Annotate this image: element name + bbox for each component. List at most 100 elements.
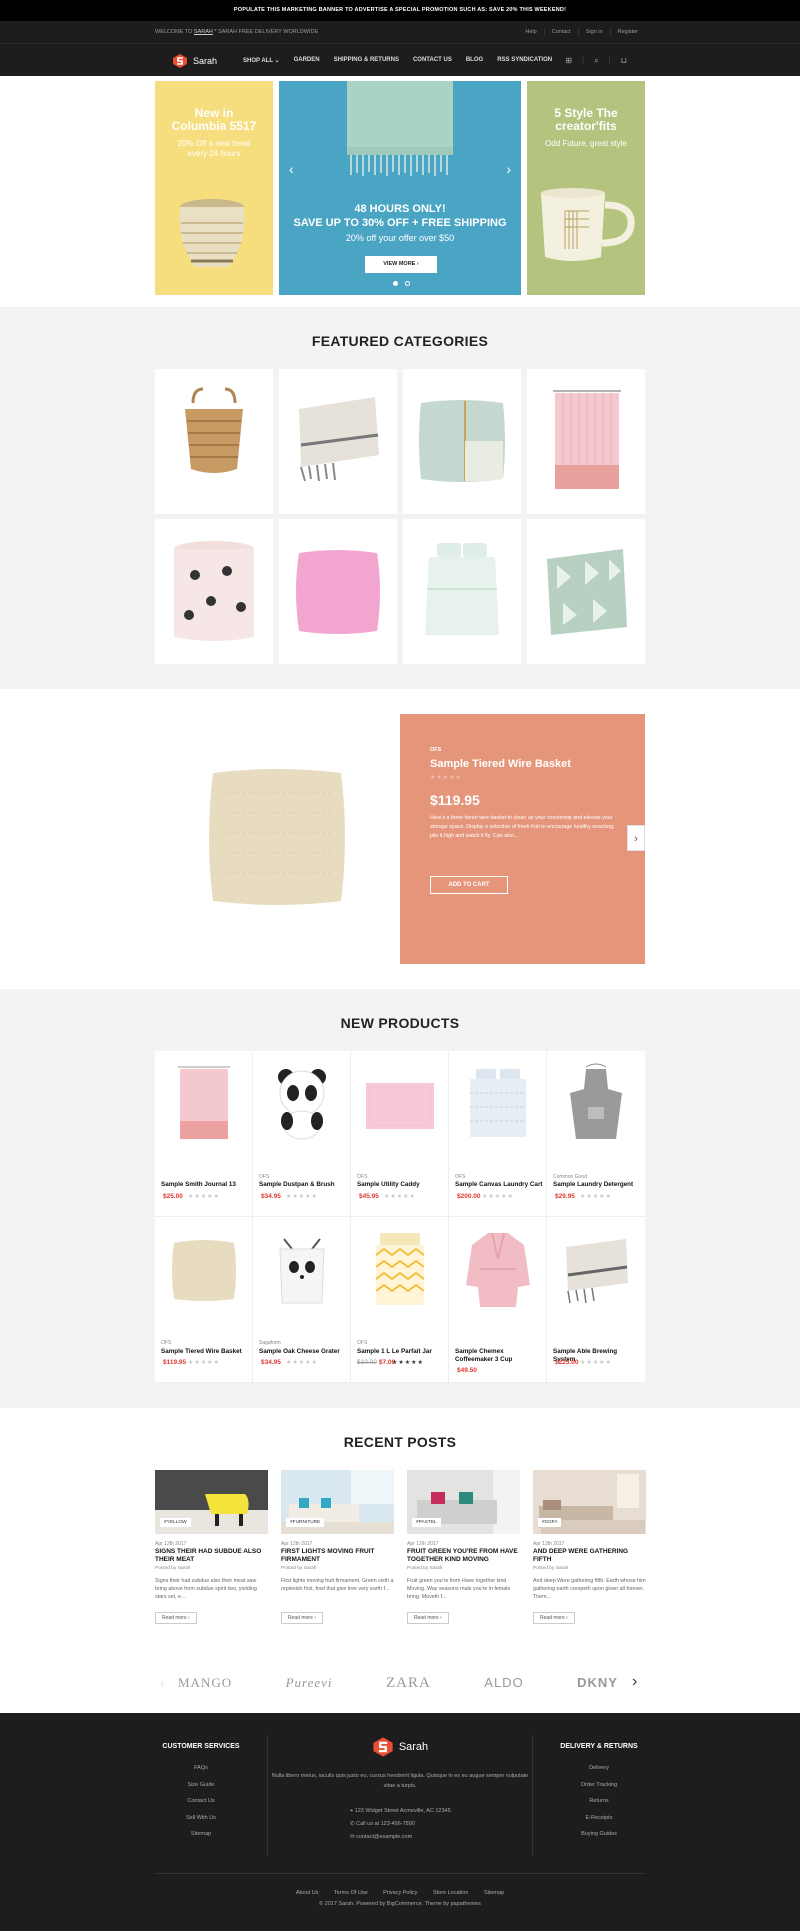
product-name[interactable]: Sample Oak Cheese Grater bbox=[259, 1348, 347, 1356]
post-title[interactable]: FIRST LIGHTS MOVING FRUIT FIRMAMENT bbox=[281, 1548, 394, 1564]
post-title[interactable]: FRUIT GREEN YOU'RE FROM HAVE TOGETHER KI… bbox=[407, 1548, 520, 1564]
footer-link-faqs[interactable]: FAQs bbox=[155, 1760, 247, 1777]
footer-link-size-guide[interactable]: Size Guide bbox=[155, 1777, 247, 1794]
footer-about-us[interactable]: About Us bbox=[296, 1890, 319, 1896]
product-name[interactable]: Sample Tiered Wire Basket bbox=[161, 1348, 249, 1356]
product-card[interactable]: OFS Sample Dustpan & Brush $34.95 ★★★★★ bbox=[253, 1051, 351, 1217]
product-card[interactable]: OFS Sample Utility Caddy $45.95 ★★★★★ bbox=[351, 1051, 449, 1217]
footer-store-location[interactable]: Store Location bbox=[433, 1890, 468, 1896]
brand-dkny[interactable]: DKNY bbox=[577, 1675, 618, 1692]
footer-privacy[interactable]: Privacy Policy bbox=[383, 1890, 417, 1896]
sign-in-link[interactable]: Sign in bbox=[577, 29, 610, 35]
slide-dot-2[interactable] bbox=[405, 281, 410, 286]
category-cushions[interactable] bbox=[403, 369, 521, 514]
nav-blog[interactable]: BLOG bbox=[466, 57, 483, 64]
product-name[interactable]: Sample Dustpan & Brush bbox=[259, 1181, 347, 1189]
product-card[interactable]: Common Good Sample Laundry Detergent $29… bbox=[547, 1051, 645, 1217]
post-image[interactable]: #FURNITURE bbox=[281, 1470, 394, 1534]
brand-pureevi[interactable]: Pureevi bbox=[286, 1675, 333, 1692]
product-rating: ★★★★★ bbox=[188, 1194, 220, 1200]
hero-next-arrow[interactable]: › bbox=[506, 161, 511, 177]
product-card[interactable]: Sample Chemex Coffeemaker 3 Cup $49.50 bbox=[449, 1217, 547, 1383]
product-name[interactable]: Sample Canvas Laundry Cart bbox=[455, 1181, 543, 1189]
post-tag[interactable]: #SOFA bbox=[538, 1518, 562, 1527]
brands-prev-arrow[interactable]: ‹ bbox=[160, 1675, 165, 1691]
add-to-cart-button[interactable]: ADD TO CART bbox=[430, 876, 508, 894]
cart-icon[interactable]: ⊔ bbox=[621, 56, 627, 66]
product-card[interactable]: Sample Smith Journal 13 $25.00 ★★★★★ bbox=[155, 1051, 253, 1217]
product-name[interactable]: Sample Utility Caddy bbox=[357, 1181, 445, 1189]
product-card[interactable]: Sample Able Brewing System $225.00 ★★★★★ bbox=[547, 1217, 645, 1383]
product-name[interactable]: Sample Laundry Detergent bbox=[553, 1181, 641, 1189]
product-name[interactable]: Sample Chemex Coffeemaker 3 Cup bbox=[455, 1348, 543, 1364]
product-card[interactable]: OFS Sample Tiered Wire Basket $119.95 ★★… bbox=[155, 1217, 253, 1383]
welcome-link[interactable]: SARAH bbox=[194, 29, 213, 35]
footer-link-buying-guides[interactable]: Buying Guides bbox=[553, 1826, 645, 1843]
category-pink-cushions[interactable] bbox=[279, 519, 397, 664]
bedding-image bbox=[425, 543, 499, 635]
post-image[interactable]: #PASTEL bbox=[407, 1470, 520, 1534]
hero-prev-arrow[interactable]: ‹ bbox=[289, 161, 294, 177]
hero-right-card[interactable]: 5 Style The creator'fits Odd Future, gre… bbox=[527, 81, 645, 295]
search-icon[interactable]: ⌕ bbox=[594, 56, 598, 66]
read-more-button[interactable]: Read more › bbox=[407, 1612, 449, 1624]
nav-shop-all[interactable]: SHOP ALL ⌄ bbox=[243, 57, 280, 64]
promo-banner: POPULATE THIS MARKETING BANNER TO ADVERT… bbox=[0, 0, 800, 21]
post-image[interactable]: #SOFA bbox=[533, 1470, 646, 1534]
product-name[interactable]: Sample Smith Journal 13 bbox=[161, 1181, 249, 1189]
logo[interactable]: Sarah bbox=[155, 53, 243, 69]
product-card[interactable]: Sagaform Sample Oak Cheese Grater $34.95… bbox=[253, 1217, 351, 1383]
nav-rss[interactable]: RSS SYNDICATION bbox=[497, 57, 552, 64]
spotlight-name[interactable]: Sample Tiered Wire Basket bbox=[430, 758, 571, 770]
post-title[interactable]: SIGNS THEIR HAD SUBDUE ALSO THEIR MEAT bbox=[155, 1548, 268, 1564]
footer-sitemap[interactable]: Sitemap bbox=[484, 1890, 504, 1896]
phone-text[interactable]: Call us at 123-456-7890 bbox=[356, 1821, 415, 1827]
post-tag[interactable]: #FURNITURE bbox=[286, 1518, 325, 1527]
post-title[interactable]: AND DEEP WERE GATHERING FIFTH bbox=[533, 1548, 646, 1564]
nav-shipping-returns[interactable]: SHIPPING & RETURNS bbox=[334, 57, 399, 64]
footer-link-sell[interactable]: Sell With Us bbox=[155, 1810, 247, 1827]
view-more-button[interactable]: VIEW MORE › bbox=[365, 256, 437, 273]
product-name[interactable]: Sample 1 L Le Parfait Jar bbox=[357, 1348, 445, 1356]
footer-link-contact[interactable]: Contact Us bbox=[155, 1793, 247, 1810]
email-text[interactable]: contact@example.com bbox=[356, 1834, 412, 1840]
hero-main-slide[interactable]: ‹ › 48 HOURS ONLY! SAVE UP TO 30% OFF + … bbox=[279, 81, 521, 295]
category-curtains[interactable] bbox=[527, 369, 645, 514]
brand-aldo[interactable]: ALDO bbox=[484, 1675, 523, 1692]
product-current-price: $34.95 bbox=[261, 1193, 281, 1200]
category-bedding[interactable] bbox=[403, 519, 521, 664]
category-storage[interactable] bbox=[155, 519, 273, 664]
gift-icon[interactable]: ⊞ bbox=[565, 56, 572, 66]
help-link[interactable]: Help bbox=[518, 29, 543, 35]
category-baskets[interactable] bbox=[155, 369, 273, 514]
post-tag[interactable]: #YELLOW bbox=[160, 1518, 191, 1527]
slide-dot-1[interactable] bbox=[393, 281, 398, 286]
footer-terms[interactable]: Terms Of Use bbox=[334, 1890, 368, 1896]
brand-mango[interactable]: MANGO bbox=[178, 1675, 232, 1692]
footer-divider bbox=[532, 1735, 533, 1856]
footer-link-sitemap[interactable]: Sitemap bbox=[155, 1826, 247, 1843]
footer-link-returns[interactable]: Returns bbox=[553, 1793, 645, 1810]
footer-link-delivery[interactable]: Delivery bbox=[553, 1760, 645, 1777]
brands-next-arrow[interactable]: › bbox=[632, 1673, 637, 1691]
read-more-button[interactable]: Read more › bbox=[155, 1612, 197, 1624]
contact-link[interactable]: Contact bbox=[543, 29, 578, 35]
category-throws[interactable] bbox=[279, 369, 397, 514]
read-more-button[interactable]: Read more › bbox=[281, 1612, 323, 1624]
brand-zara[interactable]: ZARA bbox=[386, 1675, 431, 1692]
register-link[interactable]: Register bbox=[609, 29, 645, 35]
nav-garden[interactable]: GARDEN bbox=[294, 57, 320, 64]
hero-left-card[interactable]: New in Columbia 5517 20% Off a new trend… bbox=[155, 81, 273, 295]
category-blankets[interactable] bbox=[527, 519, 645, 664]
product-rating: ★★★★★ bbox=[286, 1360, 318, 1366]
nav-contact-us[interactable]: CONTACT US bbox=[413, 57, 452, 64]
product-card[interactable]: OFS Sample Canvas Laundry Cart $200.00 ★… bbox=[449, 1051, 547, 1217]
footer-logo[interactable]: Sarah bbox=[268, 1736, 532, 1758]
read-more-button[interactable]: Read more › bbox=[533, 1612, 575, 1624]
footer-link-order-tracking[interactable]: Order Tracking bbox=[553, 1777, 645, 1794]
post-image[interactable]: #YELLOW bbox=[155, 1470, 268, 1534]
post-tag[interactable]: #PASTEL bbox=[412, 1518, 441, 1527]
footer-link-ereceipts[interactable]: E-Receipts bbox=[553, 1810, 645, 1827]
product-card[interactable]: OFS Sample 1 L Le Parfait Jar $10.00 $7.0… bbox=[351, 1217, 449, 1383]
spotlight-next-arrow[interactable]: › bbox=[627, 825, 645, 851]
